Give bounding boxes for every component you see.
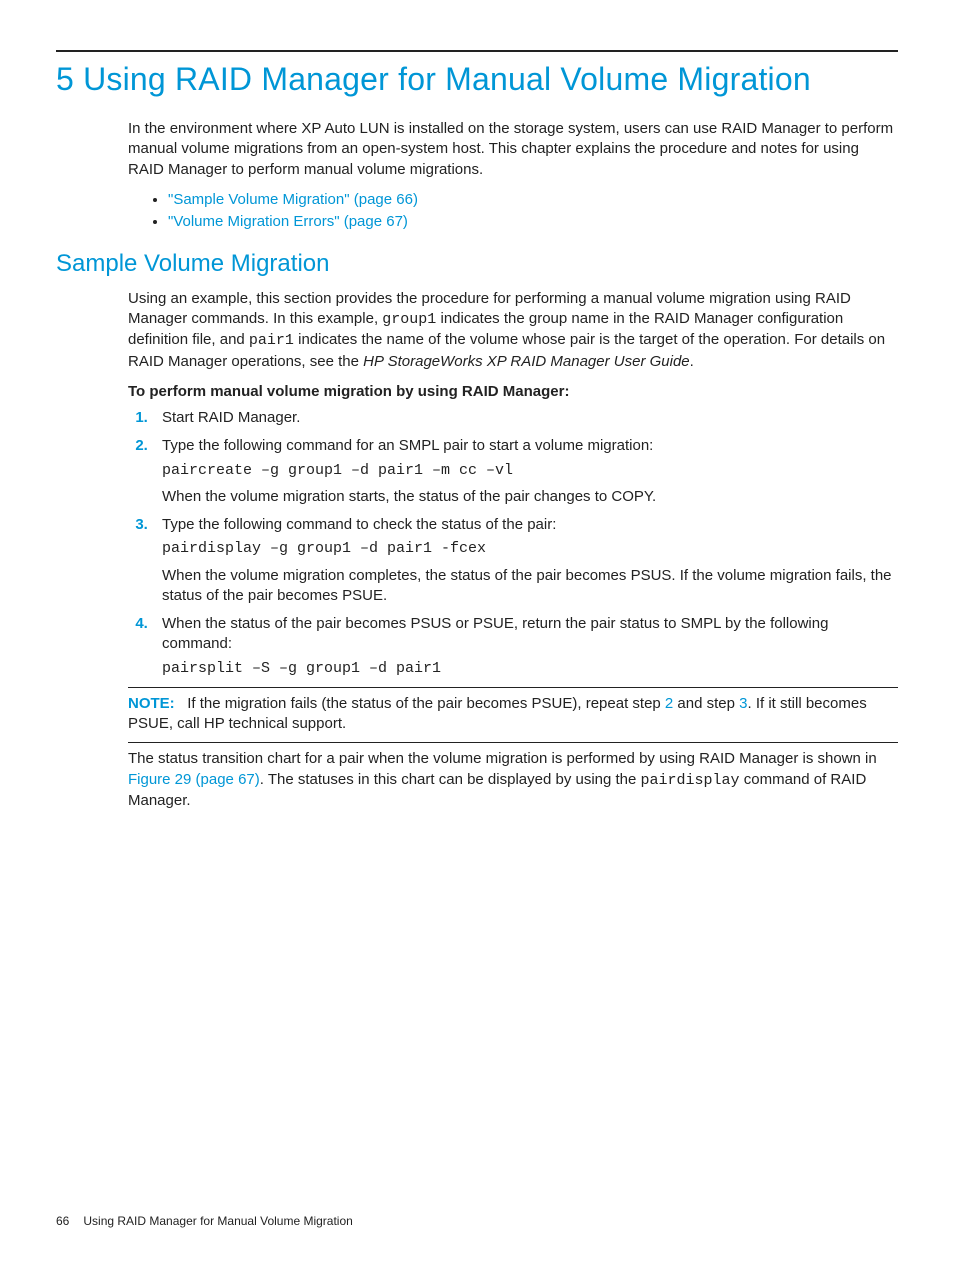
reference-title: HP StorageWorks XP RAID Manager User Gui…	[363, 353, 690, 370]
text-fragment: . The statuses in this chart can be disp…	[260, 771, 641, 788]
step-text: Start RAID Manager.	[162, 409, 300, 426]
toc-item: "Sample Volume Migration" (page 66)	[168, 190, 898, 210]
chapter-intro-block: In the environment where XP Auto LUN is …	[128, 119, 898, 232]
closing-paragraph: The status transition chart for a pair w…	[128, 749, 898, 811]
section-title-sample: Sample Volume Migration	[56, 248, 898, 280]
note-text: and step	[673, 695, 739, 712]
step-text: When the status of the pair becomes PSUS…	[162, 615, 828, 652]
chapter-title: 5 Using RAID Manager for Manual Volume M…	[56, 58, 898, 101]
note-block: NOTE: If the migration fails (the status…	[128, 694, 898, 735]
step-after: When the volume migration starts, the st…	[162, 488, 656, 505]
toc-link-errors[interactable]: "Volume Migration Errors" (page 67)	[168, 213, 408, 230]
toc-item: "Volume Migration Errors" (page 67)	[168, 212, 898, 232]
code-pairdisplay: pairdisplay	[641, 772, 740, 789]
step-3: Type the following command to check the …	[152, 515, 898, 606]
page-number: 66	[56, 1214, 69, 1228]
step-2: Type the following command for an SMPL p…	[152, 436, 898, 507]
text-fragment: .	[690, 353, 694, 370]
procedure-heading: To perform manual volume migration by us…	[128, 382, 898, 402]
command-pairsplit: pairsplit –S –g group1 –d pair1	[162, 659, 898, 679]
step-after: When the volume migration completes, the…	[162, 567, 892, 604]
intro-paragraph: In the environment where XP Auto LUN is …	[128, 119, 898, 180]
steps-list: Start RAID Manager. Type the following c…	[128, 408, 898, 679]
note-text: If the migration fails (the status of th…	[187, 695, 665, 712]
figure-link[interactable]: Figure 29 (page 67)	[128, 771, 260, 788]
top-rule	[56, 50, 898, 52]
footer-title: Using RAID Manager for Manual Volume Mig…	[83, 1214, 352, 1228]
step-1: Start RAID Manager.	[152, 408, 898, 428]
text-fragment: The status transition chart for a pair w…	[128, 750, 877, 767]
divider-before-note	[128, 687, 898, 688]
section-intro: Using an example, this section provides …	[128, 289, 898, 372]
code-group1: group1	[382, 311, 436, 328]
toc-list: "Sample Volume Migration" (page 66) "Vol…	[128, 190, 898, 233]
step-text: Type the following command for an SMPL p…	[162, 437, 653, 454]
page-footer: 66 Using RAID Manager for Manual Volume M…	[56, 1213, 353, 1229]
note-label: NOTE:	[128, 695, 175, 712]
step-link-3[interactable]: 3	[739, 695, 747, 712]
step-text: Type the following command to check the …	[162, 516, 556, 533]
step-4: When the status of the pair becomes PSUS…	[152, 614, 898, 679]
section-body: Using an example, this section provides …	[128, 289, 898, 811]
step-link-2[interactable]: 2	[665, 695, 673, 712]
command-pairdisplay: pairdisplay –g group1 –d pair1 -fcex	[162, 539, 898, 559]
command-paircreate: paircreate –g group1 –d pair1 –m cc –vl	[162, 461, 898, 481]
toc-link-sample[interactable]: "Sample Volume Migration" (page 66)	[168, 191, 418, 208]
divider-after-note	[128, 742, 898, 743]
code-pair1: pair1	[249, 332, 294, 349]
